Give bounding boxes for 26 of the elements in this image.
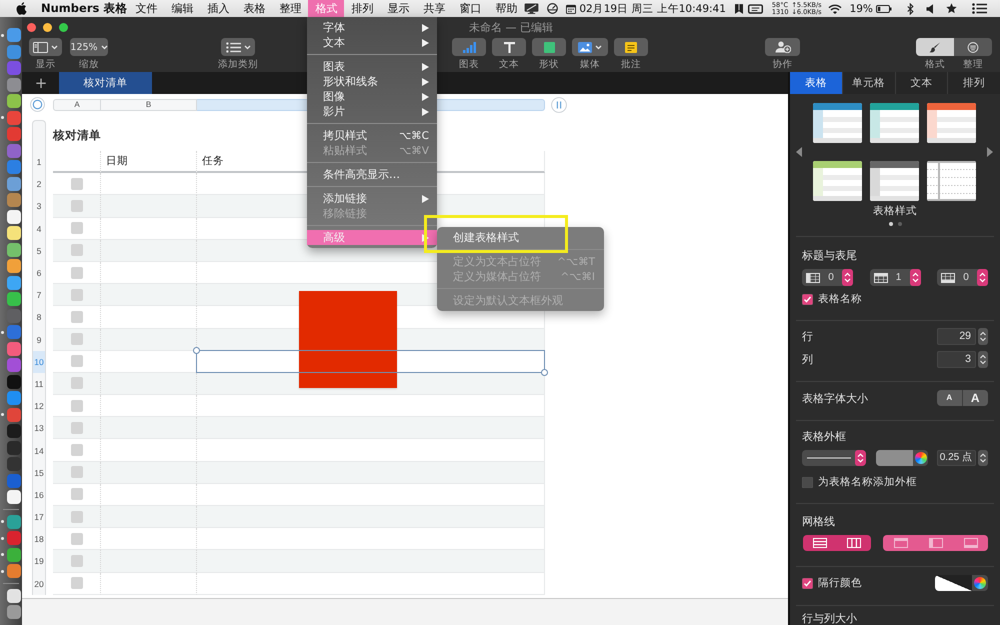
- column-heading: 日期: [101, 151, 197, 174]
- section-label: 标题与表尾: [802, 250, 857, 262]
- toolbar-label: 协作: [772, 59, 792, 70]
- toolbar-label: 整理: [963, 59, 983, 70]
- toolbar-label: 形状: [539, 59, 559, 70]
- shortcut-text: ⌥⌘C: [399, 130, 429, 142]
- section-label: 行与列大小: [801, 611, 858, 624]
- toolbar-label: 格式: [925, 59, 945, 70]
- section-caption: 表格样式: [873, 205, 917, 218]
- section-label: 表格外框: [802, 431, 846, 443]
- field-label: 表格字体大小: [802, 390, 868, 406]
- toolbar-label: 缩放: [79, 59, 99, 70]
- checkbox-label: 隔行颜色: [818, 576, 862, 590]
- checkbox-label: 为表格名称添加外框: [818, 475, 917, 489]
- toolbar-label: 显示: [36, 59, 56, 70]
- window-title: 未命名 — 已编辑: [469, 20, 553, 35]
- table-title: 核对清单: [53, 129, 101, 142]
- toolbar-label: 批注: [621, 59, 641, 70]
- toolbar-label: 媒体: [580, 59, 600, 70]
- toolbar-label: 图表: [459, 59, 479, 70]
- field-label: 列: [802, 352, 813, 367]
- checkbox-label: 表格名称: [818, 292, 862, 306]
- toolbar-label: 添加类别: [218, 59, 258, 70]
- toolbar-label: 文本: [499, 59, 519, 70]
- field-label: 行: [802, 329, 813, 344]
- section-label: 网格线: [802, 516, 835, 528]
